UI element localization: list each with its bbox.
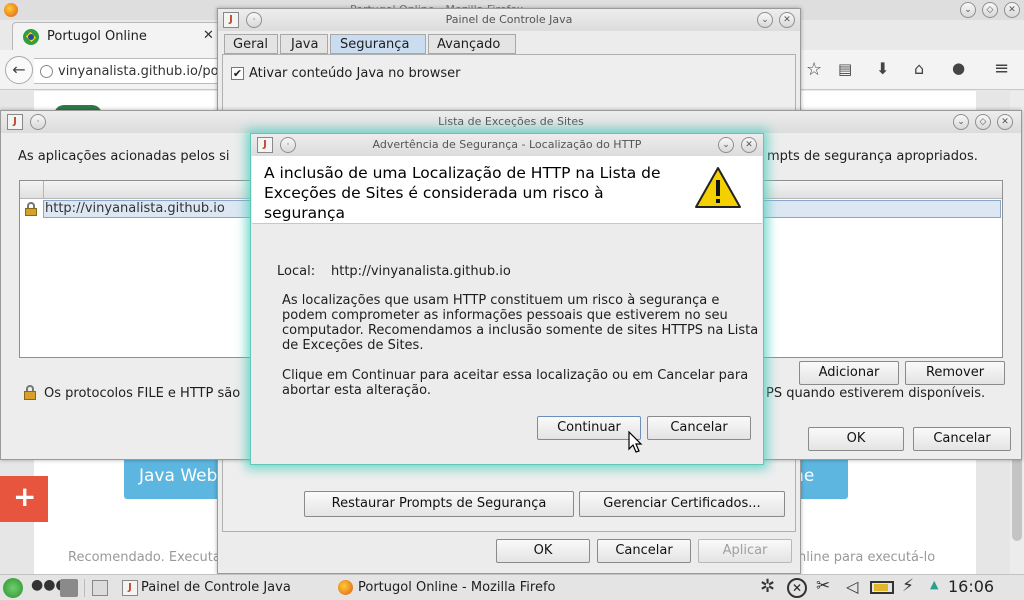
manage-certificates-button[interactable]: Gerenciar Certificados...: [579, 491, 785, 517]
url-cell-text: http://vinyanalista.github.io: [45, 201, 225, 216]
task-icon: [92, 580, 108, 596]
url-bar[interactable]: vinyanalista.github.io/por: [34, 58, 224, 84]
add-button-label: Adicionar: [818, 365, 880, 380]
clock: 16:06: [948, 577, 995, 596]
exception-intro-right: mpts de segurança apropriados.: [767, 149, 978, 164]
maximize-icon[interactable]: ◇: [982, 2, 998, 18]
menu-icon[interactable]: ≡: [994, 58, 1009, 79]
note-lock-icon: [23, 385, 39, 401]
restore-prompts-button[interactable]: Restaurar Prompts de Segurança: [304, 491, 574, 517]
volume-icon[interactable]: ◁: [846, 577, 858, 596]
browser-tab[interactable]: Portugol Online ✕: [12, 22, 220, 50]
java-icon: J: [122, 580, 138, 596]
local-label: Local:: [277, 264, 316, 279]
warning-header: A inclusão de uma Localização de HTTP na…: [252, 156, 762, 224]
scissors-icon[interactable]: ✂: [816, 576, 830, 596]
java-panel-title: Painel de Controle Java: [445, 13, 573, 26]
exception-titlebar: J · Lista de Exceções de Sites ⌄ ◇ ✕: [1, 111, 1021, 133]
local-value: http://vinyanalista.github.io: [331, 264, 511, 279]
brazil-flag-icon: [23, 29, 39, 45]
tab-title: Portugol Online: [47, 29, 147, 44]
taskbar-sep: [84, 579, 85, 597]
chat-icon[interactable]: ●: [952, 59, 965, 77]
warning-cancel-button[interactable]: Cancelar: [647, 416, 751, 440]
continue-button[interactable]: Continuar: [537, 416, 641, 440]
lock-icon: [25, 202, 39, 216]
warning-titlebar: J · Advertência de Segurança - Localizaç…: [251, 134, 763, 156]
stop-icon[interactable]: ✕: [787, 578, 807, 598]
exception-note-right: PS quando estiverem disponíveis.: [766, 386, 986, 401]
page-footer-right: online para executá-lo: [790, 550, 936, 565]
minimize-icon[interactable]: ⌄: [953, 114, 969, 130]
close-icon[interactable]: ✕: [741, 137, 757, 153]
close-icon[interactable]: ✕: [1004, 2, 1020, 18]
java-cancel-button[interactable]: Cancelar: [597, 539, 691, 563]
task-firefox[interactable]: Portugol Online - Mozilla Firefo: [336, 577, 556, 599]
minimize-icon[interactable]: ⌄: [718, 137, 734, 153]
java-ok-button[interactable]: OK: [496, 539, 590, 563]
tab-java[interactable]: Java: [280, 34, 328, 54]
task-java-panel[interactable]: J Painel de Controle Java: [90, 577, 322, 599]
tray-expand-icon[interactable]: ▲: [930, 578, 938, 591]
close-icon[interactable]: ✕: [997, 114, 1013, 130]
add-button[interactable]: Adicionar: [799, 361, 899, 385]
taskbar: ●●● J Painel de Controle Java Portugol O…: [0, 574, 1024, 600]
maximize-icon[interactable]: ◇: [975, 114, 991, 130]
battery-icon[interactable]: [870, 581, 894, 594]
java-apply-button[interactable]: Aplicar: [698, 539, 792, 563]
warning-heading: A inclusão de uma Localização de HTTP na…: [264, 164, 661, 222]
back-button[interactable]: ←: [5, 56, 33, 84]
warning-triangle-icon: [694, 166, 742, 210]
page-footer-left: Recomendado. Executa: [68, 550, 221, 565]
download-icon[interactable]: ⬇: [876, 59, 889, 78]
tab-avancado[interactable]: Avançado: [428, 34, 516, 54]
url-text: vinyanalista.github.io/por: [58, 64, 224, 79]
java-panel-titlebar: J · Painel de Controle Java ⌄ ✕: [218, 9, 800, 31]
exception-cancel-button[interactable]: Cancelar: [913, 427, 1011, 451]
warning-title: Advertência de Segurança - Localização d…: [372, 138, 642, 151]
exception-title: Lista de Exceções de Sites: [438, 115, 584, 128]
task-firefox-label: Portugol Online - Mozilla Firefo: [358, 580, 556, 595]
close-icon[interactable]: ✕: [779, 12, 795, 28]
exception-note-left: Os protocolos FILE e HTTP são: [44, 386, 241, 401]
firefox-logo-icon: [4, 3, 18, 17]
tab-close-icon[interactable]: ✕: [203, 28, 214, 43]
exception-intro-left: As aplicações acionadas pelos si: [18, 149, 230, 164]
tab-geral[interactable]: Geral: [224, 34, 278, 54]
security-warning-dialog: J · Advertência de Segurança - Localizaç…: [250, 133, 764, 465]
reading-list-icon[interactable]: ▤: [838, 60, 852, 78]
firefox-logo-icon: [338, 580, 353, 595]
globe-icon: [40, 65, 53, 78]
remove-button[interactable]: Remover: [905, 361, 1005, 385]
minimize-icon[interactable]: ⌄: [960, 2, 976, 18]
plus-button[interactable]: +: [0, 476, 48, 522]
start-menu-icon[interactable]: [3, 578, 23, 598]
tab-seguranca[interactable]: Segurança: [330, 34, 426, 54]
enable-java-checkbox[interactable]: ✔: [231, 67, 244, 80]
file-manager-icon[interactable]: [60, 579, 78, 597]
bookmark-star-icon[interactable]: ☆: [806, 59, 822, 80]
minimize-icon[interactable]: ⌄: [757, 12, 773, 28]
home-icon[interactable]: ⌂: [914, 59, 924, 78]
task-java-label: Painel de Controle Java: [141, 580, 291, 595]
enable-java-label: Ativar conteúdo Java no browser: [249, 66, 461, 81]
warning-body-risk: As localizações que usam HTTP constituem…: [282, 293, 759, 353]
power-plug-icon[interactable]: ⚡: [902, 576, 914, 596]
mouse-cursor-icon: [627, 430, 643, 453]
exception-ok-button[interactable]: OK: [808, 427, 904, 451]
bug-icon[interactable]: ✲: [760, 576, 775, 597]
warning-body-instructions: Clique em Continuar para aceitar essa lo…: [282, 368, 749, 398]
